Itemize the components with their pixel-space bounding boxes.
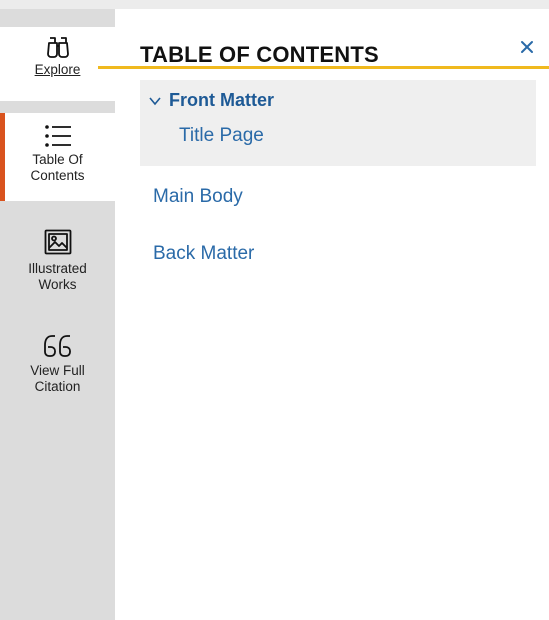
- quote-icon: [43, 335, 71, 357]
- list-icon: [44, 125, 71, 147]
- nav-explore-label: Explore: [34, 62, 81, 77]
- front-matter-toggle[interactable]: Front Matter: [148, 90, 274, 111]
- front-matter-label: Front Matter: [169, 90, 274, 110]
- nav-citation-label: View Full Citation: [30, 363, 85, 394]
- toc-link-back-matter[interactable]: Back Matter: [153, 243, 254, 265]
- nav-explore[interactable]: Explore: [0, 27, 115, 101]
- toc-link-title-page[interactable]: Title Page: [179, 125, 264, 147]
- chevron-down-icon: [149, 96, 161, 105]
- title-underline: [98, 66, 549, 69]
- close-icon: [521, 41, 533, 53]
- binoculars-icon: [46, 37, 69, 58]
- front-matter-section: Front Matter Title Page: [140, 80, 536, 166]
- close-button[interactable]: [516, 36, 538, 58]
- panel-title: TABLE OF CONTENTS: [140, 42, 379, 67]
- image-icon: [44, 229, 71, 255]
- nav-illustrated-works[interactable]: Illustrated Works: [0, 223, 115, 303]
- nav-toc-label: Table Of Contents: [30, 152, 85, 183]
- nav-view-full-citation[interactable]: View Full Citation: [0, 329, 115, 409]
- nav-works-label: Illustrated Works: [28, 261, 87, 292]
- toc-link-main-body[interactable]: Main Body: [153, 186, 243, 208]
- nav-table-of-contents[interactable]: Table Of Contents: [0, 113, 115, 201]
- left-nav-rail: Explore Table Of Contents Illustrated Wo…: [0, 9, 115, 620]
- top-strip: [0, 0, 549, 9]
